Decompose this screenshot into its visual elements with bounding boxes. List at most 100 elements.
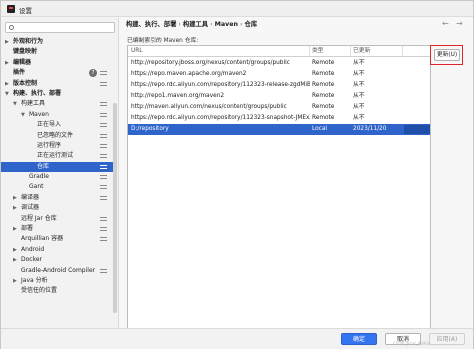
sidebar-item-label: Arquillian 容器 [21,235,64,243]
chevron-right-icon[interactable]: ▶ [13,203,17,213]
chevron-right-icon[interactable]: ▶ [5,79,9,89]
sidebar-item-label: Gradle [29,173,49,181]
cell-type: Remote [312,104,335,110]
project-scope-icon [100,268,107,274]
sidebar-item[interactable]: ▶ Docker [1,255,113,265]
settings-dialog: 设置 ▶ 外观和行为 键盘映射 ▶ 编辑器 插件 7 ▶ 版本控制 ▼ 构建、执行、部署 ▼ 构建工具 ▼… [0,0,474,349]
table-row[interactable]: https://repo.rdc.aliyun.com/repository/1… [128,80,430,91]
cell-url: https://repo.rdc.aliyun.com/repository/1… [131,115,310,121]
sidebar-item[interactable]: 仓库 [1,161,113,173]
chevron-down-icon[interactable]: ▼ [13,99,17,109]
chevron-right-icon[interactable]: ▶ [5,37,9,47]
table-row[interactable]: https://repo.rdc.aliyun.com/repository/1… [128,113,430,124]
chevron-right-icon[interactable]: ▶ [13,224,17,234]
back-arrow-icon[interactable]: ← [442,19,449,28]
cell-url: https://repo.maven.apache.org/maven2 [131,71,247,77]
cell-url: http://maven.aliyun.com/nexus/content/gr… [131,104,287,110]
sidebar-item[interactable]: ▶ Java 分析 [1,276,113,286]
table-row[interactable]: D:/repository Local 2023/11/20 [128,124,430,135]
sidebar-item-label: Android [21,245,45,253]
table-row[interactable]: http://repository.jboss.org/nexus/conten… [128,58,430,69]
sidebar-item-label: 远程 Jar 仓库 [21,214,57,222]
project-scope-icon [100,122,107,128]
sidebar-item[interactable]: ▼ 构建、执行、部署 [1,89,113,99]
sidebar-item[interactable]: 键盘映射 [1,47,113,57]
chevron-right-icon[interactable]: ▶ [13,276,17,286]
chevron-down-icon[interactable]: ▼ [5,89,9,99]
column-header-url[interactable]: URL [131,46,310,57]
app-icon [7,5,15,13]
title-bar: 设置 [1,1,473,17]
sidebar-item[interactable]: 已忽略的文件 [1,131,113,141]
sidebar-item[interactable]: ▶ 编译器 [1,193,113,203]
sidebar-item[interactable]: ▶ Android [1,245,113,255]
column-header-updated[interactable]: 已更新 [351,46,403,57]
ok-button[interactable]: 确定 [341,333,377,345]
repositories-table: URL 类型 已更新 http://repository.jboss.org/n… [127,45,431,340]
project-scope-icon [100,101,107,107]
project-scope-icon [100,226,107,232]
column-header-type[interactable]: 类型 [310,46,351,57]
project-scope-icon [100,216,107,222]
cell-updated: 从不 [353,104,365,110]
selected-cell-editor[interactable] [404,125,430,134]
cell-type: Remote [312,60,335,66]
chevron-right-icon[interactable]: ▶ [13,193,17,203]
sidebar-item-label: 构建、执行、部署 [13,89,62,97]
sidebar-item[interactable]: Gradle [1,172,113,182]
chevron-right-icon[interactable]: ▶ [13,245,17,255]
table-row[interactable]: https://repo.maven.apache.org/maven2 Remo… [128,69,430,80]
sidebar-item[interactable]: 插件 7 [1,68,113,78]
chevron-right-icon[interactable]: ▶ [13,255,17,265]
cell-updated: 从不 [353,82,365,88]
breadcrumb-item[interactable]: 构建、执行、部署 [126,21,176,28]
chevron-down-icon[interactable]: ▼ [21,110,25,120]
breadcrumb-item[interactable]: Maven [215,21,238,28]
sidebar-scrollbar[interactable] [113,103,117,313]
sidebar-item-label: 正在运行测试 [37,152,74,160]
project-scope-icon [100,133,107,139]
sidebar-item[interactable]: Arquillian 容器 [1,234,113,244]
project-scope-icon [100,81,107,87]
sidebar-item[interactable]: 受信任的位置 [1,286,113,296]
cell-url: D:/repository [131,126,169,132]
cell-type: Remote [312,82,335,88]
cell-updated: 从不 [353,115,365,121]
sidebar-item[interactable]: ▶ 部署 [1,224,113,234]
sidebar-item[interactable]: 运行程序 [1,141,113,151]
cell-updated: 2023/11/20 [353,126,387,132]
project-scope-icon [100,112,107,118]
project-scope-icon [100,195,107,201]
annotation-highlight-box [430,45,463,65]
sidebar-item[interactable]: 远程 Jar 仓库 [1,214,113,224]
sidebar-item-label: 受信任的位置 [21,287,58,295]
search-input[interactable] [5,22,115,33]
sidebar-item[interactable]: ▶ 调试器 [1,203,113,213]
sidebar-item[interactable]: ▼ 构建工具 [1,99,113,109]
table-row[interactable]: http://repo1.maven.org/maven2 Remote 从不 [128,91,430,102]
sidebar-item[interactable]: ▶ 版本控制 [1,79,113,89]
table-row[interactable]: http://maven.aliyun.com/nexus/content/gr… [128,102,430,113]
sidebar-item[interactable]: ▼ Maven [1,110,113,120]
column-header-extra [403,46,430,57]
sidebar-item[interactable]: Gradle-Android Compiler [1,266,113,276]
apply-button[interactable]: 应用(A) [429,333,465,345]
sidebar-item-label: 版本控制 [13,79,38,87]
cell-updated: 从不 [353,93,365,99]
sidebar-item[interactable]: Gant [1,182,113,192]
sidebar-item-label: Gant [29,183,44,191]
breadcrumb-item[interactable]: 构建工具 [183,21,208,28]
chevron-right-icon[interactable]: ▶ [5,58,9,68]
sidebar-item-label: 运行程序 [37,141,62,149]
forward-arrow-icon[interactable]: → [456,19,463,28]
sidebar-item[interactable]: ▶ 编辑器 [1,58,113,68]
sidebar-item-label: 正在导入 [37,121,62,129]
sidebar-item[interactable]: 正在运行测试 [1,151,113,161]
breadcrumb-item[interactable]: 仓库 [245,21,258,28]
sidebar-item-label: 键盘映射 [13,48,38,56]
breadcrumb: 构建、执行、部署 › 构建工具 › Maven › 仓库 [126,18,257,32]
sidebar-item[interactable]: ▶ 外观和行为 [1,37,113,47]
sidebar-item[interactable]: 正在导入 [1,120,113,130]
sidebar-item-label: Docker [21,256,43,264]
sidebar-item-label: 编辑器 [13,58,32,66]
